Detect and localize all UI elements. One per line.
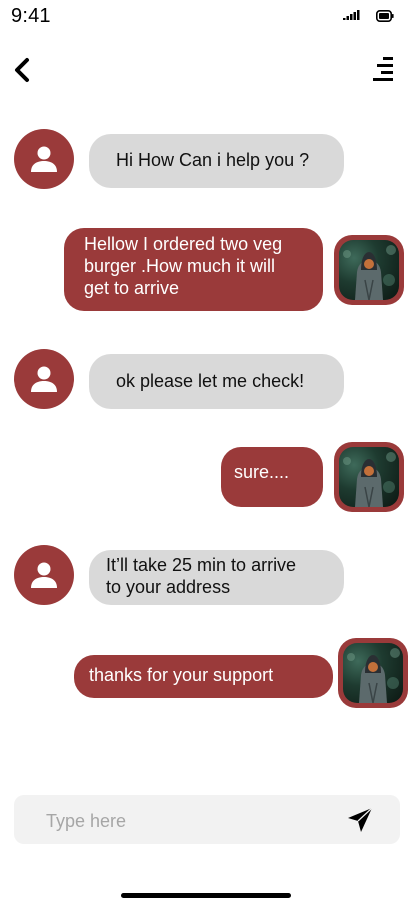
message-composer bbox=[14, 795, 400, 844]
message-bubble-support: ok please let me check! bbox=[89, 354, 344, 409]
back-button[interactable] bbox=[12, 57, 34, 83]
user-avatar bbox=[334, 442, 404, 512]
chevron-left-icon bbox=[15, 58, 29, 82]
message-text: ok please let me check! bbox=[116, 371, 305, 391]
message-bubble-support: Hi How Can i help you ? bbox=[89, 134, 344, 188]
message-text-line: Hellow I ordered two veg bbox=[84, 234, 283, 254]
menu-button[interactable] bbox=[371, 56, 395, 82]
user-icon bbox=[31, 562, 57, 588]
user-photo bbox=[339, 240, 399, 300]
status-time: 9:41 bbox=[11, 5, 51, 27]
message-text-line: It’ll take 25 min to arrive bbox=[106, 555, 297, 575]
signal-icon bbox=[343, 10, 360, 20]
message-text: sure.... bbox=[234, 462, 290, 482]
menu-icon bbox=[373, 57, 393, 81]
user-icon bbox=[31, 146, 57, 172]
message-bubble-user: sure.... bbox=[221, 447, 323, 507]
message-text: thanks for your support bbox=[89, 665, 274, 685]
user-avatar bbox=[334, 235, 404, 305]
battery-icon bbox=[376, 10, 394, 22]
home-indicator bbox=[121, 893, 291, 898]
support-avatar bbox=[14, 545, 74, 605]
message-input[interactable] bbox=[44, 807, 338, 835]
user-photo bbox=[339, 447, 399, 507]
message-bubble-support: It’ll take 25 min to arrive to your addr… bbox=[89, 550, 344, 605]
user-photo bbox=[343, 643, 403, 703]
support-avatar bbox=[14, 129, 74, 189]
message-bubble-user: Hellow I ordered two veg burger .How muc… bbox=[64, 228, 323, 311]
message-bubble-user: thanks for your support bbox=[74, 655, 333, 698]
message-text-line: get to arrive bbox=[84, 278, 180, 298]
user-icon bbox=[31, 366, 57, 392]
user-avatar bbox=[338, 638, 408, 708]
send-button[interactable] bbox=[347, 807, 373, 833]
send-icon bbox=[348, 807, 373, 832]
support-avatar bbox=[14, 349, 74, 409]
message-text-line: burger .How much it will bbox=[84, 256, 276, 276]
message-text-line: to your address bbox=[106, 577, 231, 597]
message-text: Hi How Can i help you ? bbox=[116, 150, 310, 170]
